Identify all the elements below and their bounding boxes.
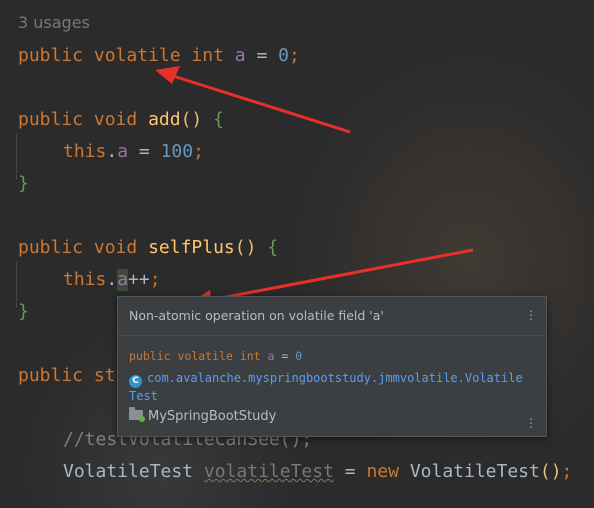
keyword-int: int [239, 349, 261, 363]
keyword-public: public [18, 109, 84, 130]
increment-operator: ++ [128, 269, 150, 290]
code-line-new-instance[interactable]: VolatileTest volatileTest = new Volatile… [63, 461, 572, 483]
number-literal: 100 [160, 141, 194, 162]
method-name: add [148, 109, 181, 130]
class-link[interactable]: Ccom.avalanche.myspringbootstudy.jmmvola… [129, 370, 524, 404]
assign-operator: = [245, 45, 279, 66]
assign-operator: = [333, 461, 367, 482]
number-literal: 0 [295, 349, 303, 363]
field-name-highlighted: a [117, 269, 129, 291]
unused-variable: volatileTest [203, 461, 334, 482]
keyword-partial: st [93, 365, 116, 386]
more-options-icon[interactable]: ⋮ [525, 417, 537, 429]
number-literal: 0 [278, 45, 289, 66]
project-name: MySpringBootStudy [148, 409, 277, 424]
indent-guide [16, 262, 17, 308]
keyword-int: int [191, 45, 224, 66]
keyword-volatile: volatile [177, 349, 233, 363]
keyword-this: this [63, 269, 107, 290]
field-name: a [234, 45, 246, 66]
class-path: com.avalanche.myspringbootstudy.jmmvolat… [129, 371, 523, 403]
semicolon: ; [561, 461, 573, 482]
arrow-head [155, 66, 180, 84]
declaration-preview: public volatile int a = 0 [129, 349, 302, 363]
assign-operator: = [128, 141, 161, 162]
code-line-close-brace[interactable]: } [18, 301, 29, 323]
close-brace: } [18, 301, 29, 322]
dot: . [106, 141, 118, 162]
module-folder-icon [129, 407, 145, 422]
keyword-void: void [93, 109, 138, 130]
indent-guide [16, 134, 17, 180]
inspection-popup[interactable]: Non-atomic operation on volatile field '… [117, 296, 547, 437]
parens: () [234, 237, 257, 258]
keyword-public: public [18, 365, 84, 386]
inspection-message: Non-atomic operation on volatile field '… [129, 308, 384, 323]
keyword-void: void [93, 237, 138, 258]
close-brace: } [18, 173, 29, 194]
code-line-selfplus-signature[interactable]: public void selfPlus() { [18, 237, 278, 259]
keyword-public: public [18, 237, 84, 258]
method-name: selfPlus [148, 237, 235, 258]
project-row: MySpringBootStudy [129, 407, 277, 424]
open-brace: { [267, 237, 279, 258]
dot: . [106, 269, 118, 290]
code-editor[interactable]: 3 usages public volatile int a = 0; publ… [0, 0, 594, 508]
keyword-public: public [129, 349, 171, 363]
class-icon: C [129, 375, 142, 388]
semicolon: ; [193, 141, 204, 162]
open-brace: { [213, 109, 224, 130]
code-line-add-signature[interactable]: public void add() { [18, 109, 224, 131]
code-line-close-brace[interactable]: } [18, 173, 29, 195]
popup-divider [118, 335, 546, 336]
keyword-this: this [63, 141, 107, 162]
code-line-field-declaration[interactable]: public volatile int a = 0; [18, 45, 300, 67]
parens: () [539, 461, 562, 482]
parens: () [180, 109, 203, 130]
code-line-add-body[interactable]: this.a = 100; [63, 141, 204, 163]
keyword-new: new [366, 461, 399, 482]
type-name: VolatileTest [63, 461, 194, 482]
semicolon: ; [288, 45, 300, 66]
field-name: a [117, 141, 129, 162]
constructor-name: VolatileTest [409, 461, 540, 482]
more-options-icon[interactable]: ⋮ [525, 309, 537, 321]
keyword-volatile: volatile [93, 45, 181, 66]
usages-hint[interactable]: 3 usages [18, 13, 90, 32]
semicolon: ; [149, 269, 161, 290]
code-line-selfplus-body[interactable]: this.a++; [63, 269, 161, 291]
keyword-public: public [18, 45, 84, 66]
assign-operator: = [274, 349, 296, 363]
code-line-main-partial[interactable]: public st [18, 365, 116, 387]
